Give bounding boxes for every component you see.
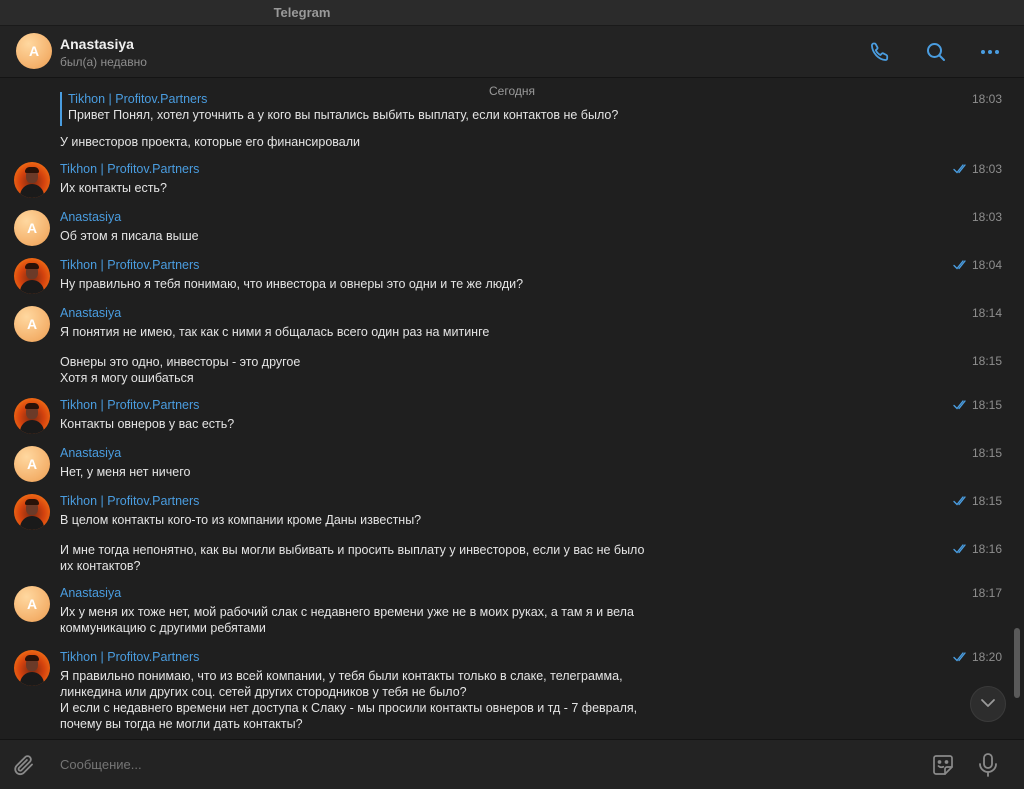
read-receipt-icon xyxy=(953,400,969,410)
message-sender[interactable]: Anastasiya xyxy=(60,210,121,224)
message-text: Их контакты есть? xyxy=(60,181,167,195)
message-time: 18:15 xyxy=(971,354,1002,368)
read-receipt-icon xyxy=(953,652,969,662)
sender-avatar[interactable]: A xyxy=(14,210,50,246)
read-receipt-icon xyxy=(953,496,969,506)
more-icon[interactable] xyxy=(978,40,1002,64)
phone-icon[interactable] xyxy=(868,40,892,64)
sticker-emoji-icon[interactable] xyxy=(930,752,956,783)
sender-avatar[interactable] xyxy=(14,650,50,686)
message-text: Овнеры это одно, инвесторы - это другое … xyxy=(60,355,301,385)
message-time: 18:20 xyxy=(953,650,1002,664)
message-text: Я понятия не имею, так как с ними я обща… xyxy=(60,325,490,339)
window-titlebar: Telegram xyxy=(0,0,1024,26)
message-sender[interactable]: Anastasiya xyxy=(60,446,121,460)
message-text: Их у меня их тоже нет, мой рабочий слак … xyxy=(60,605,634,635)
chevron-down-icon xyxy=(980,695,996,713)
message-time: 18:03 xyxy=(971,210,1002,224)
contact-status: был(а) недавно xyxy=(60,55,147,69)
message-input[interactable] xyxy=(60,757,660,772)
message-sender[interactable]: Anastasiya xyxy=(60,586,121,600)
sender-avatar[interactable] xyxy=(14,398,50,434)
message-text: В целом контакты кого-то из компании кро… xyxy=(60,513,422,527)
message-text: У инвесторов проекта, которые его финанс… xyxy=(60,135,361,149)
message-time: 18:15 xyxy=(953,398,1002,412)
reply-quote[interactable]: Tikhon | Profitov.Partners Привет Понял,… xyxy=(60,92,618,126)
sender-avatar[interactable]: A xyxy=(14,586,50,622)
message-sender[interactable]: Tikhon | Profitov.Partners xyxy=(60,650,199,664)
message-time: 18:04 xyxy=(953,258,1002,272)
message-time: 18:16 xyxy=(953,542,1002,556)
message-time: 18:15 xyxy=(971,446,1002,460)
message-list[interactable]: Сегодня Tikhon | Profitov.Partners Приве… xyxy=(0,78,1024,738)
scroll-to-bottom-button[interactable] xyxy=(970,686,1006,722)
message-time: 18:14 xyxy=(971,306,1002,320)
read-receipt-icon xyxy=(953,164,969,174)
message-time: 18:17 xyxy=(971,586,1002,600)
message-sender[interactable]: Tikhon | Profitov.Partners xyxy=(60,494,199,508)
message-text: Ну правильно я тебя понимаю, что инвесто… xyxy=(60,277,524,291)
window-title: Telegram xyxy=(273,5,331,20)
message-sender[interactable]: Tikhon | Profitov.Partners xyxy=(60,162,199,176)
reply-quote-text: Привет Понял, хотел уточнить а у кого вы… xyxy=(68,108,619,122)
sender-avatar[interactable] xyxy=(14,258,50,294)
message-sender[interactable]: Tikhon | Profitov.Partners xyxy=(60,398,199,412)
message-sender[interactable]: Tikhon | Profitov.Partners xyxy=(60,258,199,272)
reply-quote-sender: Tikhon | Profitov.Partners xyxy=(68,92,208,106)
sender-avatar[interactable] xyxy=(14,162,50,198)
message-composer xyxy=(0,739,1024,789)
sender-avatar[interactable]: A xyxy=(14,306,50,342)
microphone-icon[interactable] xyxy=(976,752,1000,783)
sender-avatar[interactable] xyxy=(14,494,50,530)
sender-avatar[interactable]: A xyxy=(14,446,50,482)
message-text: Контакты овнеров у вас есть? xyxy=(60,417,235,431)
contact-name[interactable]: Anastasiya xyxy=(60,36,134,52)
search-icon[interactable] xyxy=(924,40,948,64)
message-time: 18:03 xyxy=(971,92,1002,106)
chat-scrollbar[interactable] xyxy=(1014,628,1020,698)
message-text: Я правильно понимаю, что из всей компани… xyxy=(60,669,638,731)
message-text: Нет, у меня нет ничего xyxy=(60,465,191,479)
chat-header: A Anastasiya был(а) недавно xyxy=(0,26,1024,78)
message-text: И мне тогда непонятно, как вы могли выби… xyxy=(60,543,645,573)
read-receipt-icon xyxy=(953,544,969,554)
message-text: Об этом я писала выше xyxy=(60,229,199,243)
message-sender[interactable]: Anastasiya xyxy=(60,306,121,320)
contact-avatar[interactable]: A xyxy=(16,33,52,69)
attach-paperclip-icon[interactable] xyxy=(12,753,36,782)
read-receipt-icon xyxy=(953,260,969,270)
message-time: 18:03 xyxy=(953,162,1002,176)
message-time: 18:15 xyxy=(953,494,1002,508)
